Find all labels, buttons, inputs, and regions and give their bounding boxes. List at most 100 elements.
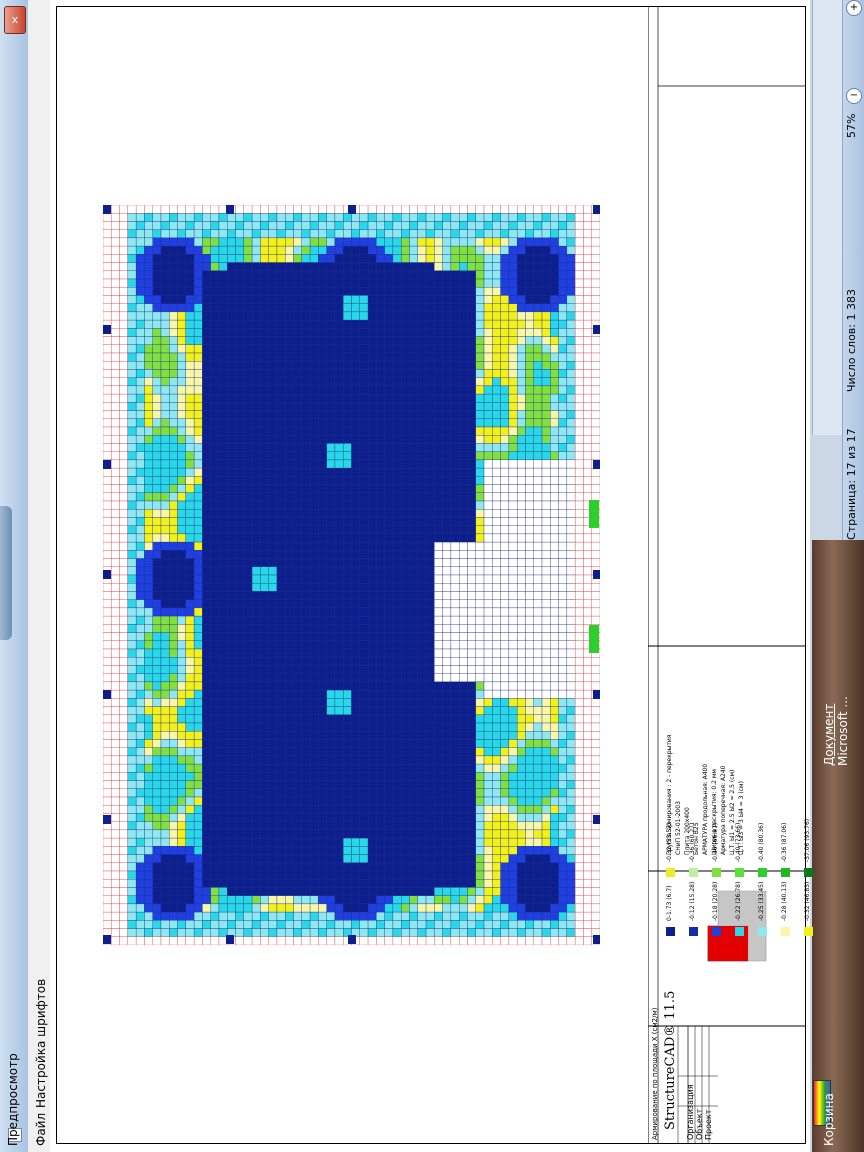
map-cell [434, 870, 443, 880]
map-cell [533, 500, 543, 510]
map-cell [276, 870, 286, 880]
map-cell [127, 821, 137, 831]
map-cell [334, 895, 344, 905]
map-cell [218, 278, 228, 288]
map-cell [434, 287, 443, 296]
map-cell [533, 426, 543, 436]
map-cell [193, 435, 203, 444]
map-cell [152, 837, 162, 847]
map-cell [516, 887, 526, 896]
map-cell [558, 369, 568, 378]
map-cell [392, 500, 402, 510]
map-cell [185, 262, 195, 271]
map-cell [169, 476, 178, 485]
map-cell [235, 615, 244, 625]
map-cell [235, 657, 244, 666]
map-cell [260, 254, 269, 263]
map-cell [144, 903, 153, 913]
map-cell [401, 895, 410, 905]
map-cell [309, 476, 319, 485]
map-cell [268, 928, 278, 937]
map-cell [260, 846, 269, 855]
map-cell [516, 484, 526, 493]
map-cell [326, 303, 336, 313]
map-cell [276, 755, 286, 765]
map-cell [218, 805, 228, 814]
map-cell [334, 385, 344, 395]
map-cell [135, 698, 145, 707]
map-cell [392, 607, 402, 617]
map-cell [251, 492, 261, 502]
map-cell [351, 336, 360, 345]
map-cell [119, 377, 129, 387]
map-cell [276, 435, 286, 444]
map-cell [193, 213, 203, 222]
map-cell [285, 772, 294, 781]
map-cell [103, 665, 112, 674]
map-cell [193, 533, 203, 543]
map-cell [417, 599, 427, 609]
map-cell [516, 435, 526, 444]
map-cell [392, 920, 402, 929]
map-cell [177, 854, 187, 863]
map-cell [243, 689, 253, 699]
map-cell [450, 205, 460, 214]
map-cell [359, 361, 369, 370]
map-cell [243, 509, 253, 518]
map-cell [450, 311, 460, 321]
map-cell [392, 205, 402, 214]
map-cell [359, 796, 369, 806]
map-cell [193, 221, 203, 230]
map-cell [492, 796, 501, 806]
map-cell [103, 237, 112, 247]
map-cell [525, 278, 534, 288]
map-cell [525, 221, 534, 230]
map-cell [351, 385, 360, 395]
map-cell [135, 681, 145, 691]
map-cell [235, 311, 244, 321]
map-cell [119, 813, 129, 822]
map-cell [533, 936, 543, 945]
map-cell [516, 525, 526, 535]
map-cell [450, 854, 460, 863]
map-cell [260, 509, 269, 518]
map-cell [251, 525, 261, 535]
map-cell [442, 887, 452, 896]
menu-file[interactable]: Файл [34, 1113, 48, 1146]
map-cell [516, 270, 526, 280]
map-cell [152, 410, 162, 419]
map-cell [193, 731, 203, 740]
map-cell [492, 805, 501, 814]
map-cell [276, 229, 286, 239]
map-cell [492, 221, 501, 230]
map-cell [533, 624, 543, 633]
close-button[interactable]: x [4, 6, 26, 34]
map-cell [293, 936, 302, 945]
side-handle[interactable] [0, 506, 12, 640]
map-cell [210, 673, 220, 683]
map-cell [218, 911, 228, 921]
map-cell [334, 205, 344, 214]
map-cell [127, 706, 137, 715]
menu-font-settings[interactable]: Настройка шрифтов [34, 979, 48, 1108]
map-cell [508, 829, 518, 839]
map-cell [384, 813, 394, 822]
map-cell [103, 352, 112, 362]
map-cell [268, 763, 278, 773]
map-cell [508, 837, 518, 847]
map-cell [492, 484, 501, 493]
map-cell [227, 303, 236, 313]
map-cell [227, 500, 236, 510]
map-cell [135, 541, 145, 551]
map-cell [334, 574, 344, 584]
map-cell [500, 336, 510, 345]
map-cell [276, 673, 286, 683]
map-cell [268, 484, 278, 493]
map-cell [417, 772, 427, 781]
map-cell [525, 492, 534, 502]
map-cell [127, 599, 137, 609]
map-cell [144, 763, 153, 773]
map-cell [243, 336, 253, 345]
map-cell [111, 385, 120, 395]
map-cell [177, 476, 187, 485]
